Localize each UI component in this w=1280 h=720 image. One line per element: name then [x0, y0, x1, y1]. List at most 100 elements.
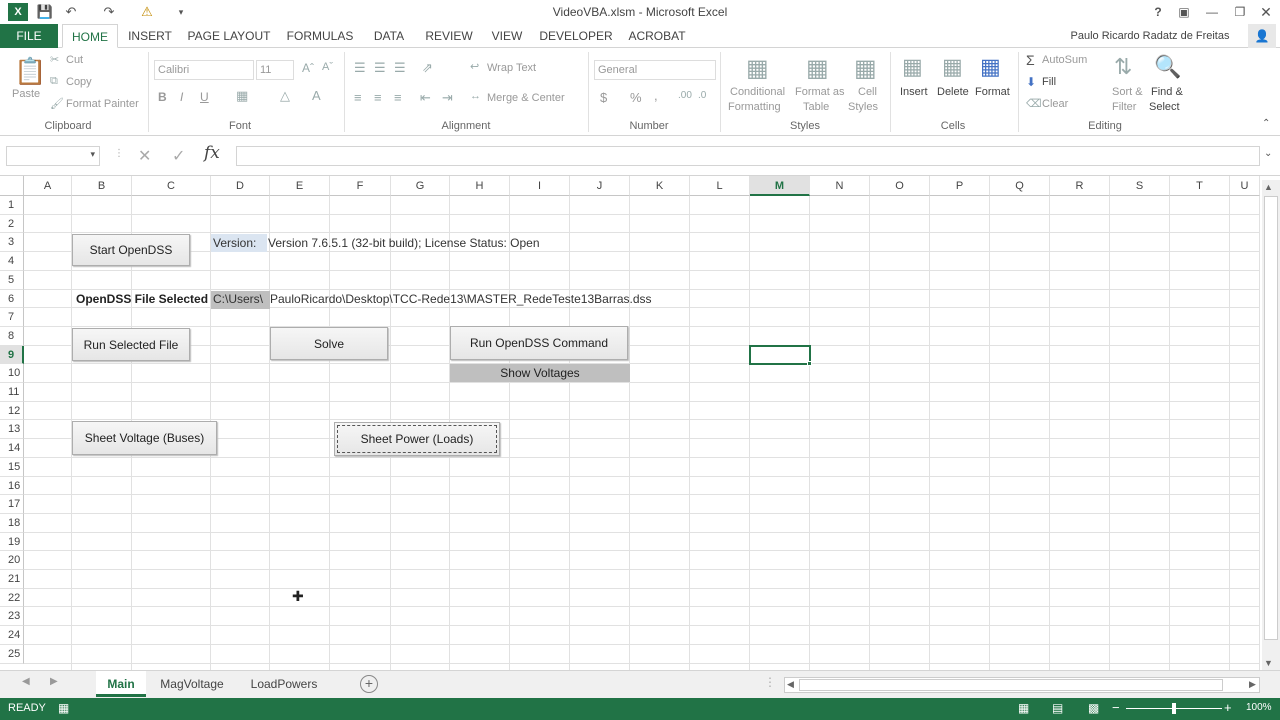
column-header-m[interactable]: M — [750, 176, 810, 196]
fill-icon[interactable]: ⬇ — [1026, 75, 1036, 89]
row-header-13[interactable]: 13 — [0, 420, 24, 439]
row-header-12[interactable]: 12 — [0, 402, 24, 420]
normal-view-icon[interactable]: ▦ — [1018, 701, 1029, 715]
column-header-i[interactable]: I — [510, 176, 570, 196]
row-header-21[interactable]: 21 — [0, 570, 24, 589]
conditional-formatting-label-2[interactable]: Formatting — [728, 101, 781, 113]
scroll-left-icon[interactable]: ◀ — [787, 679, 794, 690]
decrease-decimal-icon[interactable]: .0 — [698, 90, 706, 101]
font-color-icon[interactable]: A — [312, 88, 321, 103]
selected-cell[interactable] — [749, 345, 811, 365]
tab-file[interactable]: FILE — [0, 24, 58, 48]
column-header-t[interactable]: T — [1170, 176, 1230, 196]
orientation-icon[interactable]: ⇗ — [422, 60, 433, 76]
cell-styles-icon[interactable]: ▦ — [854, 54, 877, 83]
worksheet-grid[interactable]: ABCDEFGHIJKLMNOPQRSTU 1 2 3 4 5 6 7 8 9 10 11 12 13 1… — [0, 176, 1260, 670]
clear-icon[interactable]: ⌫ — [1026, 97, 1042, 110]
row-header-6[interactable]: 6 — [0, 290, 24, 308]
run-selected-file-button[interactable]: Run Selected File — [72, 328, 190, 361]
insert-function-button[interactable]: fx — [204, 143, 220, 163]
vertical-scroll-thumb[interactable] — [1264, 196, 1278, 640]
merge-center-icon[interactable]: ↔ — [470, 90, 481, 102]
page-break-view-icon[interactable]: ▩ — [1088, 701, 1099, 715]
autosum-button[interactable]: AutoSum — [1042, 54, 1087, 66]
start-opendss-button[interactable]: Start OpenDSS — [72, 234, 190, 266]
row-header-4[interactable]: 4 — [0, 252, 24, 271]
row-header-14[interactable]: 14 — [0, 439, 24, 458]
decrease-font-icon[interactable]: Aˇ — [322, 61, 333, 73]
row-header-25[interactable]: 25 — [0, 645, 24, 664]
expand-formula-icon[interactable]: ⌄ — [1264, 148, 1272, 159]
delete-cells-icon[interactable]: ▦ — [942, 54, 963, 80]
prev-sheet-icon[interactable]: ◀ — [22, 676, 30, 687]
column-header-l[interactable]: L — [690, 176, 750, 196]
page-layout-view-icon[interactable]: ▤ — [1052, 701, 1063, 715]
column-header-e[interactable]: E — [270, 176, 330, 196]
row-header-9[interactable]: 9 — [0, 346, 24, 364]
increase-font-icon[interactable]: Aˆ — [302, 61, 314, 75]
format-as-table-icon[interactable]: ▦ — [806, 54, 829, 83]
currency-button[interactable]: $ — [600, 90, 607, 105]
cell-styles-label-1[interactable]: Cell — [858, 86, 877, 98]
row-header-5[interactable]: 5 — [0, 271, 24, 290]
paste-icon[interactable]: 📋 — [14, 56, 46, 87]
tab-insert[interactable]: INSERT — [124, 24, 176, 48]
column-header-u[interactable]: U — [1230, 176, 1260, 196]
cancel-icon[interactable]: ✕ — [138, 146, 151, 166]
column-header-o[interactable]: O — [870, 176, 930, 196]
column-header-p[interactable]: P — [930, 176, 990, 196]
column-header-q[interactable]: Q — [990, 176, 1050, 196]
tab-page-layout[interactable]: PAGE LAYOUT — [186, 24, 272, 48]
formula-input[interactable] — [236, 146, 1260, 166]
tab-formulas[interactable]: FORMULAS — [284, 24, 356, 48]
column-header-s[interactable]: S — [1110, 176, 1170, 196]
column-header-j[interactable]: J — [570, 176, 630, 196]
fill-button[interactable]: Fill — [1042, 76, 1056, 88]
add-sheet-icon[interactable]: + — [360, 675, 378, 693]
cut-button[interactable]: Cut — [66, 54, 83, 66]
format-painter-icon[interactable]: 🖌 — [50, 97, 64, 110]
align-bottom-icon[interactable]: ☰ — [394, 60, 406, 76]
find-select-label-1[interactable]: Find & — [1151, 86, 1183, 98]
delete-cells-button[interactable]: Delete — [937, 86, 969, 98]
merge-center-button[interactable]: Merge & Center — [487, 92, 565, 104]
bold-button[interactable]: B — [158, 90, 167, 104]
row-header-7[interactable]: 7 — [0, 308, 24, 327]
sheet-tab-magvoltage[interactable]: MagVoltage — [150, 671, 234, 697]
tab-home[interactable]: HOME — [62, 24, 118, 48]
show-voltages-cell[interactable]: Show Voltages — [450, 364, 630, 382]
format-cells-icon[interactable]: ▦ — [980, 54, 1001, 80]
wrap-text-button[interactable]: Wrap Text — [487, 62, 536, 74]
clear-button[interactable]: Clear — [1042, 98, 1068, 110]
column-header-g[interactable]: G — [391, 176, 450, 196]
column-header-f[interactable]: F — [330, 176, 391, 196]
find-select-icon[interactable]: 🔍 — [1154, 54, 1181, 80]
row-header-11[interactable]: 11 — [0, 383, 24, 402]
column-header-c[interactable]: C — [132, 176, 211, 196]
fill-color-icon[interactable]: △ — [280, 88, 290, 104]
user-name[interactable]: Paulo Ricardo Radatz de Freitas — [1060, 24, 1240, 48]
ribbon-display-icon[interactable]: ▣ — [1172, 2, 1196, 22]
fill-handle[interactable] — [807, 361, 812, 366]
sheet-voltage-button[interactable]: Sheet Voltage (Buses) — [72, 421, 217, 455]
column-header-r[interactable]: R — [1050, 176, 1110, 196]
help-button[interactable]: ? — [1146, 2, 1170, 22]
row-header-20[interactable]: 20 — [0, 551, 24, 570]
row-header-3[interactable]: 3 — [0, 233, 24, 252]
tab-view[interactable]: VIEW — [488, 24, 526, 48]
zoom-in-icon[interactable]: + — [1224, 700, 1232, 715]
align-top-icon[interactable]: ☰ — [354, 60, 366, 76]
copy-button[interactable]: Copy — [66, 76, 92, 88]
column-header-n[interactable]: N — [810, 176, 870, 196]
copy-icon[interactable]: ⧉ — [50, 75, 58, 88]
scroll-up-icon[interactable]: ▲ — [1264, 182, 1273, 192]
sheet-tab-loadpowers[interactable]: LoadPowers — [240, 671, 328, 697]
row-header-17[interactable]: 17 — [0, 495, 24, 514]
row-header-10[interactable]: 10 — [0, 364, 24, 383]
zoom-slider-thumb[interactable] — [1172, 703, 1176, 714]
row-header-18[interactable]: 18 — [0, 514, 24, 533]
row-header-15[interactable]: 15 — [0, 458, 24, 477]
insert-cells-button[interactable]: Insert — [900, 86, 928, 98]
row-header-2[interactable]: 2 — [0, 215, 24, 233]
percent-button[interactable]: % — [630, 90, 642, 105]
